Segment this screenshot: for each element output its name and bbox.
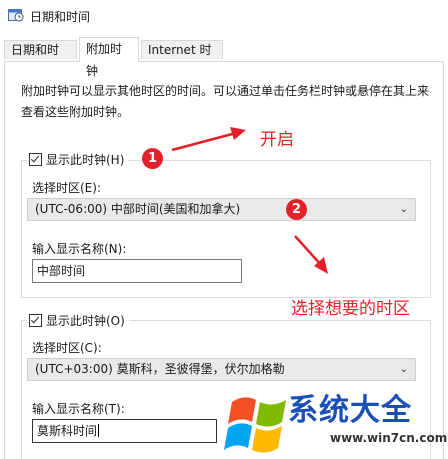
step-1-badge: 1: [142, 148, 163, 169]
annotation-open: 开启: [260, 130, 294, 150]
arrow-to-open: [171, 131, 237, 152]
annotation-choose-timezone: 选择想要的时区: [291, 299, 410, 319]
arrow-to-choose: [294, 235, 323, 267]
step-2-badge: 2: [286, 199, 307, 220]
tab-additional-clocks[interactable]: 附加时钟: [79, 37, 139, 78]
watermark-url: www.win7cn.com: [330, 431, 448, 445]
arrow-head-open: [230, 127, 246, 140]
watermark-text: 系统大全: [288, 393, 412, 428]
windows-flag-logo: [224, 397, 286, 453]
